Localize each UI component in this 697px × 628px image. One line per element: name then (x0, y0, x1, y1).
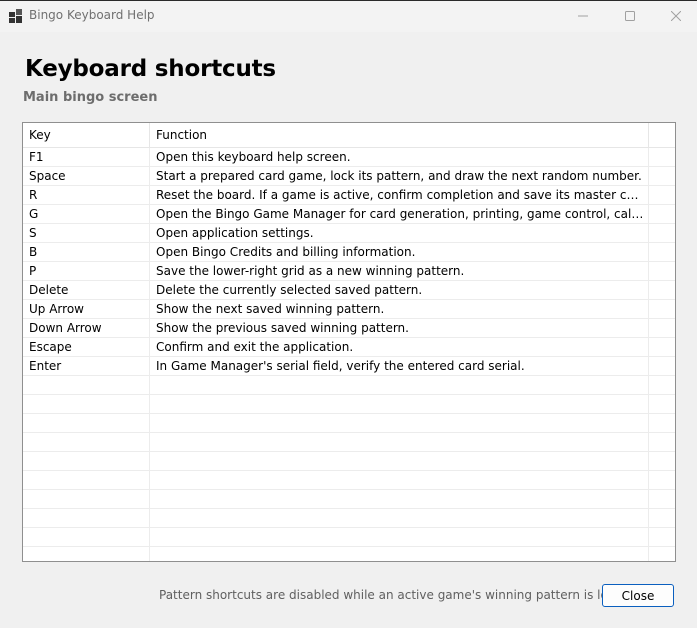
shortcut-function-cell (150, 490, 649, 508)
shortcut-function-cell (150, 509, 649, 527)
column-header-function[interactable]: Function (150, 123, 649, 148)
empty-table-row (23, 376, 675, 395)
shortcut-function-cell (150, 433, 649, 451)
shortcut-key-cell (23, 490, 150, 508)
empty-table-row (23, 414, 675, 433)
grid-header: Key Function (23, 123, 675, 148)
shortcut-key-cell (23, 414, 150, 432)
shortcut-key-cell: B (23, 243, 150, 261)
footer-note: Pattern shortcuts are disabled while an … (159, 588, 640, 602)
shortcut-function-cell: Delete the currently selected saved patt… (150, 281, 649, 299)
maximize-icon (625, 11, 635, 21)
shortcut-key-cell: G (23, 205, 150, 223)
shortcut-key-cell (23, 509, 150, 527)
shortcut-key-cell: Enter (23, 357, 150, 375)
bingo-app-icon (9, 9, 23, 23)
shortcut-function-cell: Save the lower-right grid as a new winni… (150, 262, 649, 280)
empty-table-row (23, 547, 675, 561)
shortcut-function-cell: Show the previous saved winning pattern. (150, 319, 649, 337)
shortcut-function-cell: Show the next saved winning pattern. (150, 300, 649, 318)
table-row[interactable]: Delete Delete the currently selected save… (23, 281, 675, 300)
empty-table-row (23, 471, 675, 490)
shortcut-function-cell (150, 414, 649, 432)
shortcut-function-cell (150, 528, 649, 546)
table-row[interactable]: Down Arrow Show the previous saved winnin… (23, 319, 675, 338)
table-row[interactable]: R Reset the board. If a game is active, c… (23, 186, 675, 205)
shortcut-key-cell: P (23, 262, 150, 280)
column-header-filler (649, 123, 675, 148)
empty-table-row (23, 490, 675, 509)
shortcut-key-cell (23, 433, 150, 451)
shortcut-key-cell: R (23, 186, 150, 204)
shortcut-function-cell (150, 547, 649, 561)
close-button[interactable]: Close (602, 584, 674, 607)
column-header-key[interactable]: Key (23, 123, 150, 148)
shortcut-function-cell: Open application settings. (150, 224, 649, 242)
shortcuts-grid[interactable]: Key Function F1 Open this keyboard help s… (22, 122, 676, 562)
shortcut-key-cell: Down Arrow (23, 319, 150, 337)
table-row[interactable]: G Open the Bingo Game Manager for card ge… (23, 205, 675, 224)
shortcut-key-cell (23, 528, 150, 546)
shortcut-key-cell (23, 547, 150, 561)
window-title: Bingo Keyboard Help (29, 8, 155, 22)
table-row[interactable]: Up Arrow Show the next saved winning patt… (23, 300, 675, 319)
shortcut-function-cell: Open Bingo Credits and billing informati… (150, 243, 649, 261)
table-row[interactable]: F1 Open this keyboard help screen. (23, 148, 675, 167)
shortcut-function-cell: In Game Manager's serial field, verify t… (150, 357, 649, 375)
shortcut-key-cell: Delete (23, 281, 150, 299)
empty-table-row (23, 433, 675, 452)
table-row[interactable]: S Open application settings. (23, 224, 675, 243)
empty-table-row (23, 452, 675, 471)
shortcut-key-cell (23, 395, 150, 413)
empty-table-row (23, 509, 675, 528)
empty-table-row (23, 528, 675, 547)
title-bar: Bingo Keyboard Help (0, 0, 697, 32)
shortcut-function-cell (150, 376, 649, 394)
shortcut-key-cell (23, 376, 150, 394)
shortcut-function-cell: Confirm and exit the application. (150, 338, 649, 356)
shortcut-function-cell: Open this keyboard help screen. (150, 148, 649, 166)
shortcut-function-cell: Start a prepared card game, lock its pat… (150, 167, 649, 185)
close-icon (671, 11, 681, 21)
shortcut-function-cell: Open the Bingo Game Manager for card gen… (150, 205, 649, 223)
table-row[interactable]: B Open Bingo Credits and billing informat… (23, 243, 675, 262)
empty-table-row (23, 395, 675, 414)
shortcut-key-cell: Space (23, 167, 150, 185)
section-subtitle: Main bingo screen (23, 90, 158, 105)
window-close-button[interactable] (653, 0, 697, 32)
shortcut-function-cell (150, 452, 649, 470)
table-row[interactable]: Space Start a prepared card game, lock it… (23, 167, 675, 186)
table-row[interactable]: P Save the lower-right grid as a new winn… (23, 262, 675, 281)
page-title: Keyboard shortcuts (25, 56, 276, 82)
shortcut-key-cell: Escape (23, 338, 150, 356)
table-row[interactable]: Enter In Game Manager's serial field, ver… (23, 357, 675, 376)
shortcut-key-cell: F1 (23, 148, 150, 166)
shortcut-key-cell (23, 471, 150, 489)
grid-rows: F1 Open this keyboard help screen. Space St… (23, 148, 675, 561)
shortcut-key-cell: S (23, 224, 150, 242)
minimize-icon (578, 15, 588, 17)
shortcut-function-cell: Reset the board. If a game is active, co… (150, 186, 649, 204)
shortcut-function-cell (150, 471, 649, 489)
table-row[interactable]: Escape Confirm and exit the application. (23, 338, 675, 357)
minimize-button[interactable] (560, 0, 606, 32)
maximize-button[interactable] (607, 0, 653, 32)
shortcut-key-cell: Up Arrow (23, 300, 150, 318)
shortcut-key-cell (23, 452, 150, 470)
shortcut-function-cell (150, 395, 649, 413)
